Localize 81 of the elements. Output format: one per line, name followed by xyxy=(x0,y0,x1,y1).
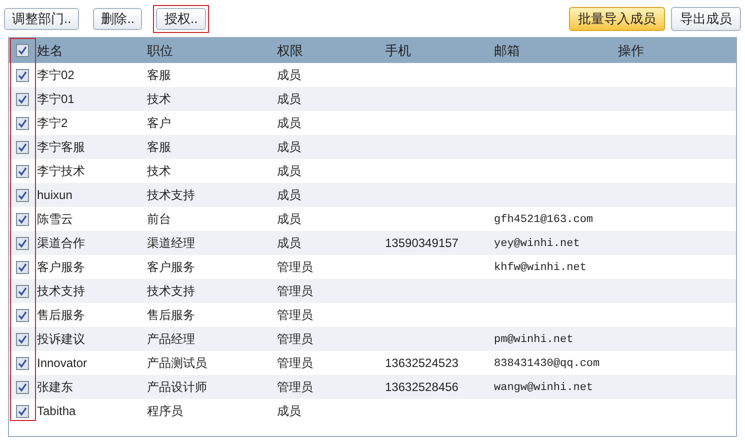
toolbar-button[interactable]: 调整部门.. xyxy=(4,8,80,30)
email-cell: yey@winhi.net xyxy=(494,238,580,250)
position-cell: 客服 xyxy=(147,140,171,154)
name-cell: 陈雪云 xyxy=(37,212,73,226)
export-button[interactable]: 导出成员 xyxy=(671,6,741,30)
name-cell: 李宁技术 xyxy=(37,164,85,178)
position-cell: 技术 xyxy=(147,92,171,106)
name-cell: 客户服务 xyxy=(37,260,85,274)
import-button[interactable]: 批量导入成员 xyxy=(569,6,665,30)
role-cell: 管理员 xyxy=(277,332,313,346)
name-cell: 张建东 xyxy=(37,380,73,394)
email-cell: khfw@winhi.net xyxy=(494,262,586,274)
column-header: 姓名 xyxy=(37,42,63,58)
role-cell: 成员 xyxy=(277,140,301,154)
checkbox[interactable] xyxy=(16,44,28,57)
role-cell: 成员 xyxy=(277,188,301,202)
checkbox[interactable] xyxy=(16,236,28,250)
checkbox[interactable] xyxy=(16,140,28,154)
checkbox[interactable] xyxy=(16,308,28,322)
checkbox[interactable] xyxy=(16,380,28,394)
position-cell: 产品测试员 xyxy=(147,356,207,370)
checkbox[interactable] xyxy=(16,260,28,274)
name-cell: 技术支持 xyxy=(37,284,85,298)
position-cell: 渠道经理 xyxy=(147,236,195,250)
email-cell: gfh4521@163.com xyxy=(494,214,594,226)
position-cell: 产品设计师 xyxy=(147,380,207,394)
position-cell: 技术支持 xyxy=(147,284,195,298)
column-header: 邮箱 xyxy=(494,42,520,58)
column-header: 手机 xyxy=(385,42,411,58)
role-cell: 成员 xyxy=(277,92,301,106)
role-cell: 成员 xyxy=(277,68,301,82)
name-cell: Tabitha xyxy=(37,404,76,418)
name-cell: 李宁客服 xyxy=(37,140,85,154)
position-cell: 客户服务 xyxy=(147,260,195,274)
role-cell: 管理员 xyxy=(277,380,313,394)
position-cell: 售后服务 xyxy=(147,308,195,322)
name-cell: 李宁02 xyxy=(37,68,74,82)
checkbox[interactable] xyxy=(16,284,28,298)
checkbox[interactable] xyxy=(16,332,28,346)
name-cell: huixun xyxy=(37,188,72,202)
role-cell: 成员 xyxy=(277,164,301,178)
position-cell: 客服 xyxy=(147,68,171,82)
email-cell: pm@winhi.net xyxy=(494,334,574,346)
phone-cell: 13632528456 xyxy=(385,380,458,394)
name-cell: 渠道合作 xyxy=(37,236,85,250)
email-cell: wangw@winhi.net xyxy=(494,382,594,394)
role-cell: 管理员 xyxy=(277,308,313,322)
position-cell: 客户 xyxy=(147,116,171,130)
position-cell: 产品经理 xyxy=(147,332,195,346)
role-cell: 管理员 xyxy=(277,260,313,274)
role-cell: 成员 xyxy=(277,236,301,250)
column-header: 权限 xyxy=(277,42,303,58)
checkbox[interactable] xyxy=(16,68,28,82)
name-cell: 投诉建议 xyxy=(37,332,85,346)
email-cell: 838431430@qq.com xyxy=(494,358,600,370)
checkbox[interactable] xyxy=(16,356,28,370)
checkbox[interactable] xyxy=(16,212,28,226)
position-cell: 技术支持 xyxy=(147,188,195,202)
phone-cell: 13632524523 xyxy=(385,356,458,370)
role-cell: 管理员 xyxy=(277,284,313,298)
position-cell: 程序员 xyxy=(147,404,183,418)
position-cell: 技术 xyxy=(147,164,171,178)
name-cell: Innovator xyxy=(37,356,88,370)
role-cell: 成员 xyxy=(277,404,301,418)
name-cell: 李宁01 xyxy=(37,92,74,106)
checkbox[interactable] xyxy=(16,116,28,130)
toolbar-button[interactable]: 授权.. xyxy=(156,8,206,30)
column-header: 操作 xyxy=(618,42,644,58)
position-cell: 前台 xyxy=(147,212,171,226)
role-cell: 管理员 xyxy=(277,356,313,370)
toolbar-button[interactable]: 删除.. xyxy=(93,8,142,30)
role-cell: 成员 xyxy=(277,212,301,226)
checkbox[interactable] xyxy=(16,164,28,178)
name-cell: 李宁2 xyxy=(37,116,68,130)
name-cell: 售后服务 xyxy=(37,308,85,322)
checkbox[interactable] xyxy=(16,92,28,106)
role-cell: 成员 xyxy=(277,116,301,130)
column-header: 职位 xyxy=(147,42,173,58)
phone-cell: 13590349157 xyxy=(385,236,458,250)
checkbox[interactable] xyxy=(16,188,28,202)
checkbox[interactable] xyxy=(16,404,28,418)
